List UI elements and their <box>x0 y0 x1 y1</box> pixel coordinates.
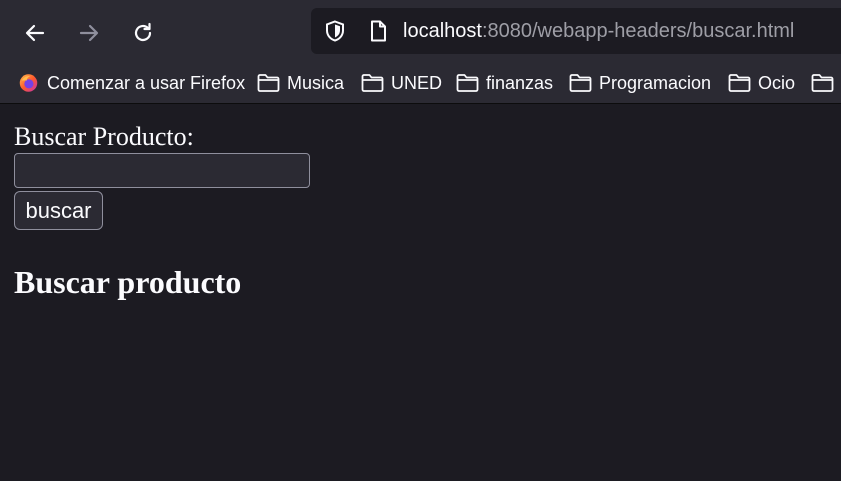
search-label: Buscar Producto: <box>14 122 194 151</box>
bookmark-finanzas[interactable]: finanzas <box>456 70 553 96</box>
reload-icon <box>134 22 152 42</box>
folder-icon <box>456 74 479 92</box>
bookmark-label: Programacion <box>599 72 712 93</box>
back-button[interactable] <box>15 13 55 53</box>
bookmark-label: UNED <box>391 72 443 93</box>
address-bar[interactable]: localhost:8080/webapp-headers/buscar.htm… <box>311 8 841 54</box>
folder-icon <box>569 74 592 92</box>
arrow-right-icon <box>79 24 99 42</box>
firefox-icon <box>19 74 38 92</box>
forward-button[interactable] <box>69 13 109 53</box>
page-heading: Buscar producto <box>14 264 242 300</box>
browser-toolbar: localhost:8080/webapp-headers/buscar.htm… <box>0 0 841 63</box>
arrow-left-icon <box>25 24 45 42</box>
search-input[interactable] <box>14 153 310 188</box>
folder-icon <box>728 74 751 92</box>
bookmark-uned[interactable]: UNED <box>361 70 442 96</box>
bookmarks-bar: Comenzar a usar Firefox Musica UNED fina… <box>0 63 841 104</box>
url-path: :8080/webapp-headers/buscar.html <box>481 20 795 42</box>
bookmark-musica[interactable]: Musica <box>257 70 344 96</box>
search-button[interactable]: buscar <box>14 191 103 230</box>
shield-icon[interactable] <box>323 19 347 43</box>
bookmark-ocio[interactable]: Ocio <box>728 70 795 96</box>
bookmark-label: Ocio <box>758 72 796 93</box>
folder-icon <box>811 74 834 92</box>
bookmark-label: Comenzar a usar Firefox <box>47 72 246 93</box>
url-host: localhost <box>403 20 482 42</box>
url-text[interactable]: localhost:8080/webapp-headers/buscar.htm… <box>403 20 794 43</box>
bookmark-overflow-folder[interactable] <box>811 70 834 96</box>
bookmark-programacion[interactable]: Programacion <box>569 70 711 96</box>
page-content: Buscar Producto: buscar Buscar producto <box>0 104 841 481</box>
bookmark-label: Musica <box>287 72 345 93</box>
folder-icon <box>361 74 384 92</box>
bookmark-label: finanzas <box>486 72 554 93</box>
reload-button[interactable] <box>123 13 163 53</box>
bookmark-firefox[interactable]: Comenzar a usar Firefox <box>17 70 245 96</box>
page-icon[interactable] <box>366 19 390 43</box>
folder-icon <box>257 74 280 92</box>
